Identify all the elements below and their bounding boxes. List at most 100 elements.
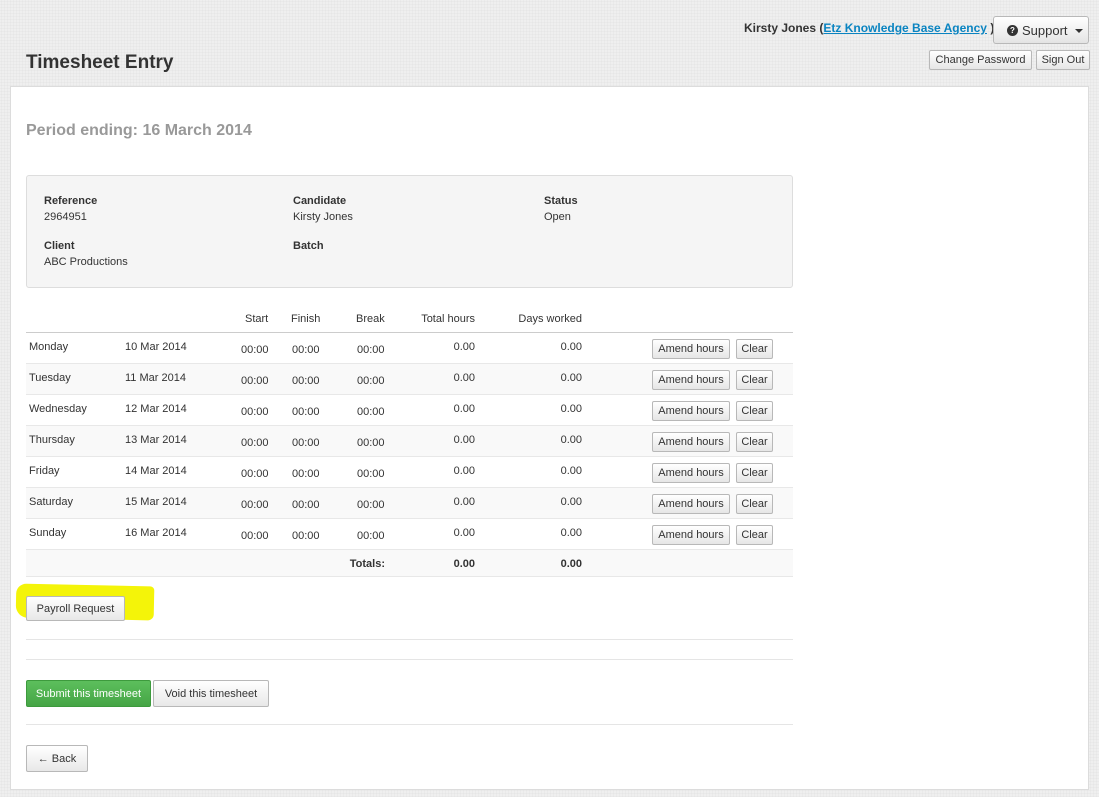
day-cell: Monday <box>29 341 69 353</box>
table-row: Wednesday 12 Mar 2014 00:00 00:00 00:00 0.00 0… <box>26 395 793 426</box>
divider <box>26 639 793 640</box>
break-cell: 00:00 <box>357 499 385 511</box>
sign-out-button[interactable]: Sign Out <box>1036 50 1090 70</box>
totals-days: 0.00 <box>560 558 582 570</box>
table-header: Start Finish Break Total hours Days work… <box>26 309 793 333</box>
hours-table: Start Finish Break Total hours Days work… <box>26 309 793 577</box>
period-ending: Period ending: 16 March 2014 <box>26 122 252 139</box>
client-label: Client <box>44 240 75 252</box>
candidate-value: Kirsty Jones <box>293 211 353 223</box>
date-cell: 10 Mar 2014 <box>125 341 187 353</box>
table-row: Thursday 13 Mar 2014 00:00 00:00 00:00 0.00 0.… <box>26 426 793 457</box>
finish-cell: 00:00 <box>292 406 320 418</box>
finish-cell: 00:00 <box>292 344 320 356</box>
page-title: Timesheet Entry <box>26 52 174 73</box>
table-row: Sunday 16 Mar 2014 00:00 00:00 00:00 0.00 0.00… <box>26 519 793 550</box>
divider <box>26 659 793 660</box>
date-cell: 11 Mar 2014 <box>125 372 186 384</box>
header-start: Start <box>245 313 269 325</box>
days-worked-cell: 0.00 <box>560 527 582 539</box>
finish-cell: 00:00 <box>292 499 320 511</box>
header-days-worked: Days worked <box>518 313 582 325</box>
total-hours-cell: 0.00 <box>453 403 475 415</box>
day-cell: Friday <box>29 465 60 477</box>
amend-hours-button[interactable]: Amend hours <box>652 525 730 545</box>
date-cell: 13 Mar 2014 <box>125 434 187 446</box>
table-row: Monday 10 Mar 2014 00:00 00:00 00:00 0.00 0.00… <box>26 333 793 364</box>
user-info: Kirsty Jones (Etz Knowledge Base Agency … <box>744 21 994 35</box>
amend-hours-button[interactable]: Amend hours <box>652 370 730 390</box>
change-password-button[interactable]: Change Password <box>929 50 1032 70</box>
days-worked-cell: 0.00 <box>560 341 582 353</box>
day-cell: Saturday <box>29 496 74 508</box>
clear-button[interactable]: Clear <box>736 525 773 545</box>
payroll-request-button[interactable]: Payroll Request <box>26 596 125 621</box>
total-hours-cell: 0.00 <box>453 341 475 353</box>
break-cell: 00:00 <box>357 406 385 418</box>
header-total-hours: Total hours <box>421 313 475 325</box>
back-button[interactable]: ← Back <box>26 745 88 772</box>
clear-button[interactable]: Clear <box>736 370 773 390</box>
support-label: Support <box>1022 22 1068 38</box>
reference-label: Reference <box>44 195 98 207</box>
batch-label: Batch <box>293 240 324 252</box>
finish-cell: 00:00 <box>292 437 320 449</box>
date-cell: 15 Mar 2014 <box>125 496 187 508</box>
days-worked-cell: 0.00 <box>560 465 582 477</box>
days-worked-cell: 0.00 <box>560 403 582 415</box>
start-cell: 00:00 <box>241 437 269 449</box>
table-row: Saturday 15 Mar 2014 00:00 00:00 00:00 0.00 0.… <box>26 488 793 519</box>
day-cell: Wednesday <box>29 403 87 415</box>
reference-value: 2964951 <box>44 211 87 223</box>
clear-button[interactable]: Clear <box>736 494 773 514</box>
finish-cell: 00:00 <box>292 468 320 480</box>
start-cell: 00:00 <box>241 468 269 480</box>
status-label: Status <box>544 195 578 207</box>
clear-button[interactable]: Clear <box>736 339 773 359</box>
header-finish: Finish <box>291 313 321 325</box>
clear-button[interactable]: Clear <box>736 432 773 452</box>
days-worked-cell: 0.00 <box>560 434 582 446</box>
table-row: Friday 14 Mar 2014 00:00 00:00 00:00 0.00 0.00… <box>26 457 793 488</box>
days-worked-cell: 0.00 <box>560 372 582 384</box>
totals-hours: 0.00 <box>453 558 475 570</box>
date-cell: 14 Mar 2014 <box>125 465 187 477</box>
start-cell: 00:00 <box>241 375 269 387</box>
amend-hours-button[interactable]: Amend hours <box>652 401 730 421</box>
totals-label: Totals: <box>349 558 385 570</box>
clear-button[interactable]: Clear <box>736 401 773 421</box>
user-name: Kirsty Jones <box>744 21 817 35</box>
void-timesheet-button[interactable]: Void this timesheet <box>153 680 269 707</box>
status-value: Open <box>544 211 571 223</box>
start-cell: 00:00 <box>241 530 269 542</box>
date-cell: 12 Mar 2014 <box>125 403 187 415</box>
candidate-label: Candidate <box>293 195 347 207</box>
date-cell: 16 Mar 2014 <box>125 527 187 539</box>
amend-hours-button[interactable]: Amend hours <box>652 463 730 483</box>
total-hours-cell: 0.00 <box>453 434 475 446</box>
day-cell: Sunday <box>29 527 67 539</box>
table-row: Tuesday 11 Mar 2014 00:00 00:00 00:00 0.00 0.0… <box>26 364 793 395</box>
start-cell: 00:00 <box>241 344 269 356</box>
submit-timesheet-button[interactable]: Submit this timesheet <box>26 680 151 707</box>
amend-hours-button[interactable]: Amend hours <box>652 432 730 452</box>
break-cell: 00:00 <box>357 437 385 449</box>
finish-cell: 00:00 <box>292 530 320 542</box>
caret-down-icon <box>1074 28 1083 33</box>
clear-button[interactable]: Clear <box>736 463 773 483</box>
break-cell: 00:00 <box>357 468 385 480</box>
support-button[interactable]: ? Support <box>993 16 1089 44</box>
finish-cell: 00:00 <box>292 375 320 387</box>
days-worked-cell: 0.00 <box>560 496 582 508</box>
break-cell: 00:00 <box>357 375 385 387</box>
main-panel: Period ending: 16 March 2014 Reference 2… <box>10 86 1089 790</box>
divider <box>26 724 793 725</box>
total-hours-cell: 0.00 <box>453 465 475 477</box>
amend-hours-button[interactable]: Amend hours <box>652 494 730 514</box>
break-cell: 00:00 <box>357 344 385 356</box>
total-hours-cell: 0.00 <box>453 527 475 539</box>
header-break: Break <box>356 313 385 325</box>
start-cell: 00:00 <box>241 499 269 511</box>
amend-hours-button[interactable]: Amend hours <box>652 339 730 359</box>
agency-link[interactable]: Etz Knowledge Base Agency <box>823 21 987 35</box>
